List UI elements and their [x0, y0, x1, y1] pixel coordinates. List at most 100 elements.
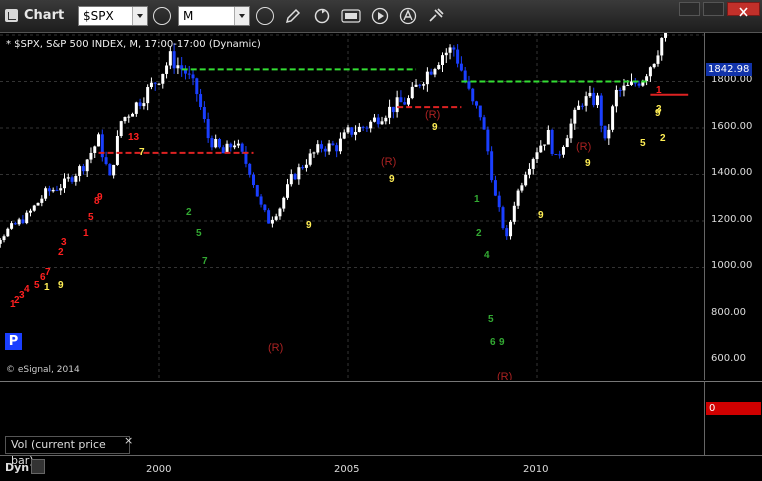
candle-body [274, 216, 278, 220]
price-chart[interactable]: 1 2 3 4 5 6 7 8 9 13 1 2 3 5 1 9 7 9 9 9 9 9 9 1 2 3 5 2 7 5 1 2 4 5 6 9 (R)… [0, 0, 704, 383]
candle-body [569, 123, 573, 139]
candle-body [471, 88, 475, 102]
candle-body [157, 83, 161, 85]
candle-body [138, 102, 142, 107]
alert-icon[interactable] [399, 7, 417, 25]
refresh-icon[interactable] [313, 7, 331, 25]
candle-body [365, 127, 369, 129]
candle-body [486, 129, 490, 152]
symbol-value: $SPX [83, 9, 114, 23]
candle-body [127, 116, 131, 118]
candle-body [493, 180, 497, 196]
candle-body [6, 228, 10, 237]
candle-body [614, 89, 618, 107]
candle-body [66, 177, 70, 179]
get-icon[interactable] [341, 7, 361, 25]
candle-body [478, 105, 482, 118]
setup-count-red: 3 [61, 237, 67, 248]
link-icon[interactable] [427, 7, 445, 25]
x-tick: 2005 [334, 464, 360, 475]
candle-body [146, 87, 150, 104]
r-marker: (R) [425, 109, 440, 121]
close-button[interactable] [727, 2, 760, 17]
candle-body [584, 96, 588, 106]
candle-body [176, 65, 180, 69]
candle-body [47, 188, 51, 192]
copyright-text: © eSignal, 2014 [6, 365, 80, 375]
setup-count-yellow: 9 [58, 280, 64, 291]
candle-body [123, 117, 127, 122]
candle-body [588, 92, 592, 97]
candle-body [93, 146, 97, 153]
setup-count-yellow: 7 [139, 147, 145, 158]
dynamic-toggle-button[interactable] [31, 459, 45, 474]
setup-count-green: 7 [202, 256, 208, 267]
candle-body [282, 197, 286, 209]
time-axis[interactable]: Dyn 2000 2005 2010 [0, 455, 762, 481]
candle-body [338, 138, 342, 152]
candle-body [380, 121, 384, 125]
maximize-button[interactable] [703, 2, 724, 16]
chevron-down-icon[interactable] [234, 7, 249, 25]
candle-body [81, 166, 85, 172]
candle-body [225, 143, 229, 154]
candle-body [645, 76, 649, 82]
candle-body [550, 129, 554, 155]
candle-body [448, 47, 452, 53]
chevron-down-icon[interactable] [132, 7, 147, 25]
setup-count-yellow: 9 [432, 122, 438, 133]
candle-body [28, 210, 32, 213]
candle-body [535, 152, 539, 160]
candle-body [63, 178, 66, 189]
clock-icon[interactable] [256, 7, 274, 25]
interval-combobox[interactable]: M [178, 6, 250, 26]
candle-body [301, 167, 305, 169]
setup-count-red: 4 [24, 284, 30, 295]
candle-body [418, 84, 422, 86]
setup-count-green: 9 [499, 337, 505, 348]
candle-body [565, 138, 569, 147]
candle-body [652, 63, 656, 68]
symbol-combobox[interactable]: $SPX [78, 6, 148, 26]
candle-body [119, 121, 123, 136]
candle-body [660, 37, 664, 56]
candle-body [214, 139, 218, 148]
play-icon[interactable] [371, 7, 389, 25]
candle-body [425, 71, 429, 85]
candle-body [509, 221, 513, 237]
candle-body [327, 143, 331, 152]
candle-body [475, 101, 479, 106]
y-tick: 600.00 [711, 353, 746, 364]
setup-count-red: 13 [128, 132, 140, 143]
candle-body [410, 86, 414, 99]
candle-body [531, 159, 535, 169]
setup-count-yellow: 1 [44, 282, 50, 293]
candle-body [539, 145, 543, 153]
candle-body [320, 144, 324, 149]
pencil-icon[interactable] [284, 7, 302, 25]
candle-body [664, 21, 668, 38]
price-axis[interactable]: 1800.00 1600.00 1400.00 1200.00 1000.00 … [704, 33, 762, 380]
candle-body [357, 126, 361, 132]
settings-gear-icon[interactable] [153, 7, 171, 25]
candle-body [153, 82, 157, 84]
y-tick: 1000.00 [711, 260, 753, 271]
candle-body [248, 163, 252, 175]
setup-count-yellow: 9 [389, 174, 395, 185]
candle-body [2, 236, 6, 241]
candle-body [490, 151, 494, 181]
dynamic-label: Dyn [5, 461, 30, 474]
close-study-button[interactable]: × [124, 434, 133, 447]
candle-body [199, 94, 203, 108]
candle-body [263, 204, 267, 211]
setup-count-yellow: 2 [660, 133, 666, 144]
candle-body [350, 127, 354, 135]
minimize-button[interactable] [679, 2, 700, 16]
candle-body [233, 145, 237, 148]
candle-body [554, 154, 558, 156]
candle-body [149, 82, 153, 88]
candle-body [236, 143, 240, 146]
candle-body [573, 109, 577, 124]
last-price-badge: 1842.98 [706, 63, 752, 76]
candle-body [221, 147, 225, 154]
